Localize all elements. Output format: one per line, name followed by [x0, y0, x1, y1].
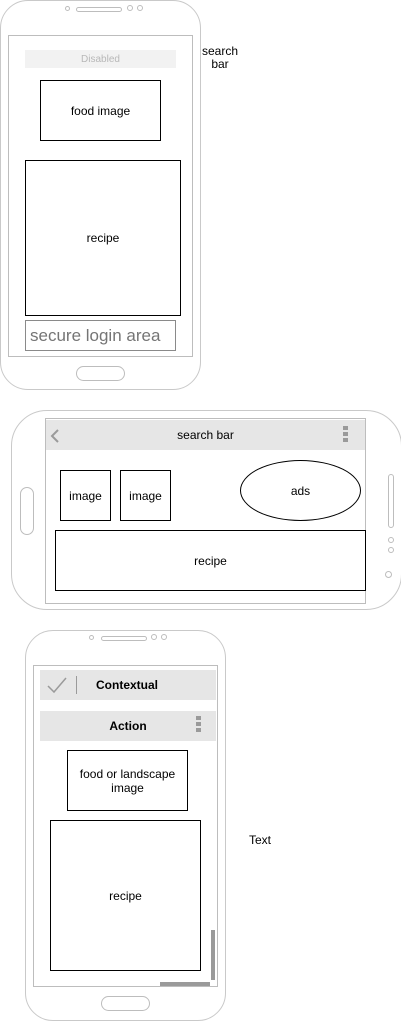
food-image-label: food image [70, 103, 131, 118]
phone-2-home-button[interactable] [20, 487, 34, 535]
image-thumbnail-2-label: image [129, 488, 162, 503]
recipe-label-3: recipe [109, 888, 142, 903]
contextual-divider [76, 676, 77, 694]
contextual-title: Contextual [96, 678, 159, 692]
ads-ellipse[interactable]: ads [240, 460, 361, 521]
phone-3-camera [151, 634, 157, 640]
phone-1-sensor [65, 6, 70, 11]
phone-1-home-button[interactable] [76, 366, 125, 381]
checkmark-icon[interactable] [46, 676, 68, 694]
search-bar-title: search bar [177, 428, 234, 442]
food-image-placeholder: food image [40, 80, 161, 141]
vertical-scrollbar[interactable] [211, 930, 215, 980]
recipe-label-2: recipe [194, 553, 227, 568]
recipe-panel: recipe [25, 160, 181, 316]
search-bar-note: search bar [201, 44, 239, 71]
disabled-button-label: Disabled [81, 53, 120, 65]
ads-label: ads [290, 483, 311, 498]
phone-2-sensor [388, 537, 394, 543]
phone-2-speaker [388, 474, 394, 528]
phone-3-camera-2 [161, 634, 167, 640]
phone-2-camera [388, 547, 394, 553]
action-bar: Action [40, 711, 216, 741]
contextual-action-bar: Contextual [40, 670, 216, 700]
recipe-panel-2: recipe [55, 530, 366, 591]
image-thumbnail-1-label: image [69, 488, 102, 503]
phone-3-sensor [89, 635, 94, 640]
disabled-button: Disabled [25, 50, 176, 68]
phone-2-camera-2 [385, 571, 392, 578]
back-chevron-icon[interactable] [49, 428, 61, 444]
image-thumbnail-2: image [120, 470, 171, 521]
phone-3-home-button[interactable] [101, 996, 150, 1011]
phone-1-camera-2 [137, 5, 143, 11]
recipe-panel-3: recipe [50, 820, 201, 971]
horizontal-scrollbar[interactable] [160, 982, 210, 986]
phone-1-speaker [76, 7, 122, 12]
search-bar[interactable]: search bar [46, 420, 365, 450]
action-overflow-menu-icon[interactable] [196, 716, 201, 732]
secure-login-input[interactable] [25, 320, 176, 351]
phone-1-camera [127, 5, 133, 11]
overflow-menu-icon[interactable] [343, 426, 348, 442]
image-thumbnail-1: image [60, 470, 111, 521]
recipe-label: recipe [86, 231, 120, 245]
food-landscape-image-label: food or landscape image [79, 766, 176, 795]
food-landscape-image-placeholder: food or landscape image [67, 750, 188, 811]
text-note: Text [248, 833, 271, 847]
action-title: Action [109, 719, 147, 733]
phone-3-speaker [101, 636, 147, 641]
